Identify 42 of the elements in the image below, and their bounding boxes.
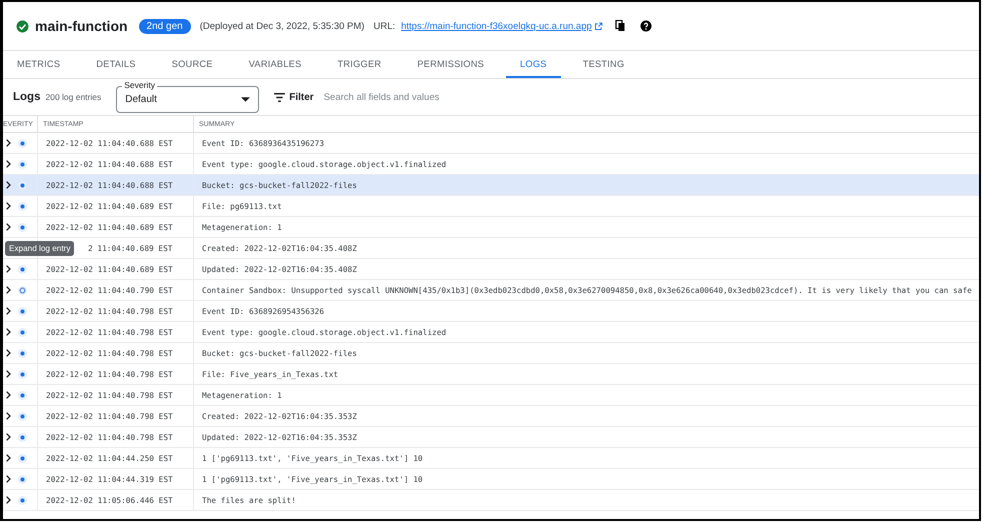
chevron-icon[interactable] [6, 475, 11, 483]
function-title: main-function [35, 18, 128, 34]
filter-label[interactable]: Filter [289, 92, 314, 102]
tab[interactable]: LOGS [506, 51, 561, 78]
dropdown-value: Default [125, 94, 157, 104]
chevron-icon[interactable] [6, 265, 11, 273]
tab[interactable]: SOURCE [158, 51, 227, 78]
chevron-icon[interactable] [6, 202, 11, 210]
chevron-icon[interactable] [6, 307, 11, 315]
chevron-icon[interactable] [6, 223, 11, 231]
entry-count: 200 log entries [45, 92, 102, 102]
filter-icon[interactable] [274, 92, 286, 102]
tooltip: Expand log entry [5, 241, 74, 256]
generation-badge: 2nd gen [138, 18, 191, 34]
dropdown-label: Severity [122, 80, 157, 90]
chevron-icon[interactable] [6, 349, 11, 357]
chevron-icon[interactable] [6, 496, 11, 504]
chevron-icon[interactable] [6, 139, 11, 147]
deployed-text: (Deployed at Dec 3, 2022, 5:35:30 PM) [200, 20, 364, 32]
tab[interactable]: TESTING [568, 51, 638, 78]
chevron-icon[interactable] [6, 181, 11, 189]
chevron-icon[interactable] [6, 160, 11, 168]
tab[interactable]: TRIGGER [324, 51, 396, 78]
chevron-icon[interactable] [6, 433, 11, 441]
chevron-icon[interactable] [6, 391, 11, 399]
logs-title: Logs [13, 91, 40, 103]
copy-icon[interactable] [614, 20, 626, 32]
chevron-icon[interactable] [6, 412, 11, 420]
tab[interactable]: VARIABLES [234, 51, 316, 78]
check-circle-icon [16, 20, 29, 32]
caret-icon [241, 96, 250, 102]
chevron-icon[interactable] [6, 454, 11, 462]
chevron-icon[interactable] [6, 286, 11, 294]
help-icon[interactable] [640, 20, 652, 32]
tab[interactable]: DETAILS [82, 51, 150, 78]
url-label: URL: [373, 20, 396, 32]
chevron-icon[interactable] [6, 370, 11, 378]
tab[interactable]: METRICS [3, 51, 74, 78]
external-link-icon[interactable] [594, 22, 603, 30]
url-link[interactable]: https://main-function-f36xoelqkq-uc.a.run.app [401, 20, 592, 32]
tab[interactable]: PERMISSIONS [403, 51, 498, 78]
chevron-icon[interactable] [6, 328, 11, 336]
